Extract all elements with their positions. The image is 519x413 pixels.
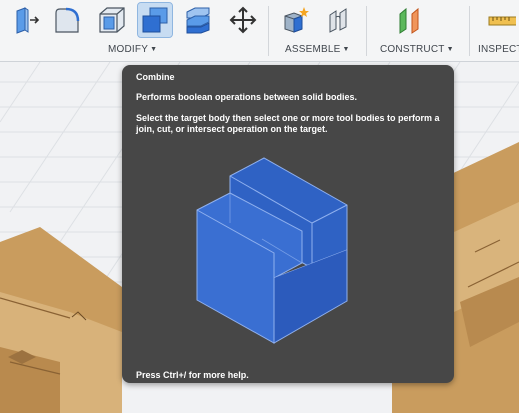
shell-tool[interactable] bbox=[95, 3, 129, 37]
inspect-group-label[interactable]: INSPECT bbox=[478, 44, 519, 55]
dropdown-caret-icon: ▼ bbox=[446, 46, 454, 53]
move-tool[interactable] bbox=[226, 3, 260, 37]
joint-icon bbox=[329, 8, 347, 33]
toolbar-separator bbox=[366, 6, 367, 56]
tooltip-description: Performs boolean operations between soli… bbox=[136, 92, 358, 102]
combine-icon bbox=[142, 7, 168, 33]
tooltip-title: Combine bbox=[136, 72, 175, 82]
assemble-group-label[interactable]: ASSEMBLE ▼ bbox=[285, 44, 350, 55]
joint-tool[interactable] bbox=[322, 3, 356, 37]
tooltip-help-hint: Press Ctrl+/ for more help. bbox=[136, 370, 249, 380]
measure-ruler-icon bbox=[488, 16, 516, 26]
fillet-icon bbox=[55, 7, 80, 33]
measure-tool[interactable] bbox=[484, 3, 518, 37]
new-component-tool[interactable] bbox=[278, 3, 312, 37]
replace-face-icon bbox=[186, 7, 210, 34]
new-component-icon bbox=[284, 7, 309, 33]
toolbar-separator bbox=[469, 6, 470, 56]
toolbar: MODIFY ▼ ASSEMBLE ▼ CONSTRUCT ▼ INSPECT bbox=[0, 0, 519, 62]
press-pull-icon bbox=[16, 7, 40, 34]
combine-tool[interactable] bbox=[137, 2, 173, 38]
dropdown-caret-icon: ▼ bbox=[342, 46, 350, 53]
offset-plane-icon bbox=[399, 7, 419, 34]
move-arrows-icon bbox=[229, 6, 257, 34]
press-pull-tool[interactable] bbox=[10, 3, 44, 37]
modify-group-label[interactable]: MODIFY ▼ bbox=[108, 44, 157, 55]
construct-group-label[interactable]: CONSTRUCT ▼ bbox=[380, 44, 454, 55]
combine-tooltip: Combine Performs boolean operations betw… bbox=[122, 65, 454, 383]
replace-face-tool[interactable] bbox=[181, 3, 215, 37]
wooden-body-left bbox=[0, 227, 122, 413]
offset-plane-tool[interactable] bbox=[393, 3, 427, 37]
shell-icon bbox=[99, 7, 125, 33]
tooltip-instruction: Select the target body then select one o… bbox=[136, 113, 440, 134]
fillet-tool[interactable] bbox=[50, 3, 84, 37]
combine-illustration bbox=[196, 157, 348, 344]
toolbar-separator bbox=[268, 6, 269, 56]
dropdown-caret-icon: ▼ bbox=[150, 46, 158, 53]
